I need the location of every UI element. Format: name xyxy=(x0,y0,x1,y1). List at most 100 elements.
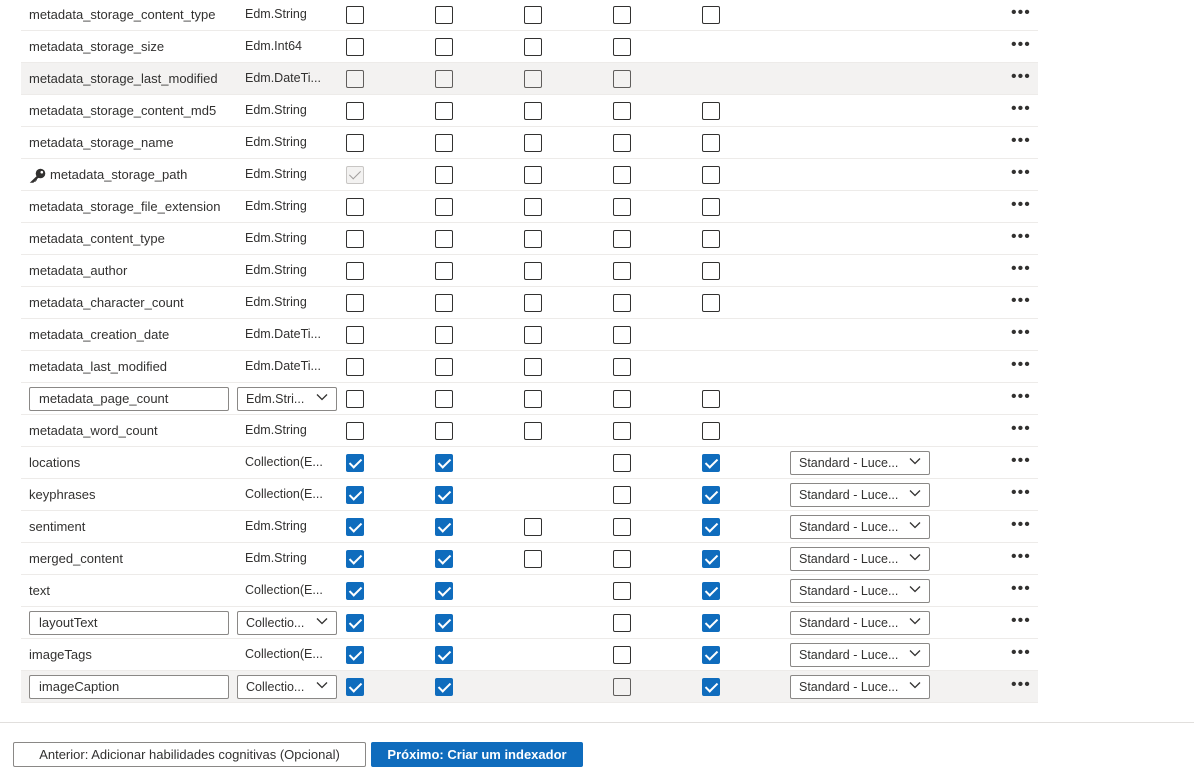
facetable-checkbox[interactable] xyxy=(613,646,631,664)
retrievable-checkbox[interactable] xyxy=(346,294,364,312)
facetable-checkbox[interactable] xyxy=(613,422,631,440)
retrievable-checkbox[interactable] xyxy=(346,358,364,376)
sortable-checkbox[interactable] xyxy=(524,198,542,216)
sortable-checkbox[interactable] xyxy=(524,422,542,440)
next-button[interactable]: Próximo: Criar um indexador xyxy=(371,742,583,767)
analyzer-dropdown[interactable]: Standard - Luce... xyxy=(790,547,930,571)
searchable-checkbox[interactable] xyxy=(702,582,720,600)
more-options-icon[interactable]: ••• xyxy=(1011,447,1031,478)
searchable-checkbox[interactable] xyxy=(702,102,720,120)
retrievable-checkbox[interactable] xyxy=(346,6,364,24)
more-options-icon[interactable]: ••• xyxy=(1011,255,1031,286)
facetable-checkbox[interactable] xyxy=(613,518,631,536)
more-options-icon[interactable]: ••• xyxy=(1011,479,1031,510)
retrievable-checkbox[interactable] xyxy=(346,70,364,88)
searchable-checkbox[interactable] xyxy=(702,454,720,472)
searchable-checkbox[interactable] xyxy=(702,262,720,280)
previous-button[interactable]: Anterior: Adicionar habilidades cognitiv… xyxy=(13,742,366,767)
sortable-checkbox[interactable] xyxy=(524,262,542,280)
more-options-icon[interactable]: ••• xyxy=(1011,383,1031,414)
facetable-checkbox[interactable] xyxy=(613,262,631,280)
analyzer-dropdown[interactable]: Standard - Luce... xyxy=(790,643,930,667)
filterable-checkbox[interactable] xyxy=(435,198,453,216)
sortable-checkbox[interactable] xyxy=(524,134,542,152)
analyzer-dropdown[interactable]: Standard - Luce... xyxy=(790,579,930,603)
facetable-checkbox[interactable] xyxy=(613,230,631,248)
searchable-checkbox[interactable] xyxy=(702,198,720,216)
filterable-checkbox[interactable] xyxy=(435,390,453,408)
sortable-checkbox[interactable] xyxy=(524,550,542,568)
filterable-checkbox[interactable] xyxy=(435,38,453,56)
field-type-dropdown[interactable]: Collectio... xyxy=(237,675,337,699)
more-options-icon[interactable]: ••• xyxy=(1011,671,1031,702)
filterable-checkbox[interactable] xyxy=(435,678,453,696)
filterable-checkbox[interactable] xyxy=(435,614,453,632)
analyzer-dropdown[interactable]: Standard - Luce... xyxy=(790,611,930,635)
searchable-checkbox[interactable] xyxy=(702,166,720,184)
filterable-checkbox[interactable] xyxy=(435,486,453,504)
more-options-icon[interactable]: ••• xyxy=(1011,31,1031,62)
sortable-checkbox[interactable] xyxy=(524,230,542,248)
retrievable-checkbox[interactable] xyxy=(346,134,364,152)
sortable-checkbox[interactable] xyxy=(524,294,542,312)
searchable-checkbox[interactable] xyxy=(702,294,720,312)
field-name-input[interactable]: metadata_page_count xyxy=(29,387,229,411)
more-options-icon[interactable]: ••• xyxy=(1011,223,1031,254)
filterable-checkbox[interactable] xyxy=(435,262,453,280)
filterable-checkbox[interactable] xyxy=(435,294,453,312)
facetable-checkbox[interactable] xyxy=(613,390,631,408)
retrievable-checkbox[interactable] xyxy=(346,422,364,440)
sortable-checkbox[interactable] xyxy=(524,518,542,536)
filterable-checkbox[interactable] xyxy=(435,70,453,88)
facetable-checkbox[interactable] xyxy=(613,134,631,152)
analyzer-dropdown[interactable]: Standard - Luce... xyxy=(790,483,930,507)
filterable-checkbox[interactable] xyxy=(435,166,453,184)
searchable-checkbox[interactable] xyxy=(702,134,720,152)
retrievable-checkbox[interactable] xyxy=(346,678,364,696)
retrievable-checkbox[interactable] xyxy=(346,38,364,56)
analyzer-dropdown[interactable]: Standard - Luce... xyxy=(790,515,930,539)
facetable-checkbox[interactable] xyxy=(613,582,631,600)
facetable-checkbox[interactable] xyxy=(613,326,631,344)
retrievable-checkbox[interactable] xyxy=(346,198,364,216)
retrievable-checkbox[interactable] xyxy=(346,646,364,664)
filterable-checkbox[interactable] xyxy=(435,326,453,344)
retrievable-checkbox[interactable] xyxy=(346,614,364,632)
more-options-icon[interactable]: ••• xyxy=(1011,287,1031,318)
searchable-checkbox[interactable] xyxy=(702,422,720,440)
field-type-dropdown[interactable]: Edm.Stri... xyxy=(237,387,337,411)
sortable-checkbox[interactable] xyxy=(524,38,542,56)
facetable-checkbox[interactable] xyxy=(613,198,631,216)
facetable-checkbox[interactable] xyxy=(613,38,631,56)
sortable-checkbox[interactable] xyxy=(524,70,542,88)
more-options-icon[interactable]: ••• xyxy=(1011,0,1031,30)
retrievable-checkbox[interactable] xyxy=(346,486,364,504)
filterable-checkbox[interactable] xyxy=(435,358,453,376)
facetable-checkbox[interactable] xyxy=(613,102,631,120)
filterable-checkbox[interactable] xyxy=(435,134,453,152)
more-options-icon[interactable]: ••• xyxy=(1011,351,1031,382)
facetable-checkbox[interactable] xyxy=(613,6,631,24)
more-options-icon[interactable]: ••• xyxy=(1011,575,1031,606)
field-name-input[interactable]: imageCaption xyxy=(29,675,229,699)
searchable-checkbox[interactable] xyxy=(702,550,720,568)
filterable-checkbox[interactable] xyxy=(435,646,453,664)
filterable-checkbox[interactable] xyxy=(435,230,453,248)
retrievable-checkbox[interactable] xyxy=(346,230,364,248)
searchable-checkbox[interactable] xyxy=(702,678,720,696)
field-type-dropdown[interactable]: Collectio... xyxy=(237,611,337,635)
sortable-checkbox[interactable] xyxy=(524,102,542,120)
facetable-checkbox[interactable] xyxy=(613,358,631,376)
filterable-checkbox[interactable] xyxy=(435,518,453,536)
retrievable-checkbox[interactable] xyxy=(346,262,364,280)
facetable-checkbox[interactable] xyxy=(613,454,631,472)
facetable-checkbox[interactable] xyxy=(613,70,631,88)
filterable-checkbox[interactable] xyxy=(435,6,453,24)
facetable-checkbox[interactable] xyxy=(613,678,631,696)
filterable-checkbox[interactable] xyxy=(435,582,453,600)
retrievable-checkbox[interactable] xyxy=(346,550,364,568)
facetable-checkbox[interactable] xyxy=(613,166,631,184)
filterable-checkbox[interactable] xyxy=(435,422,453,440)
more-options-icon[interactable]: ••• xyxy=(1011,415,1031,446)
retrievable-checkbox[interactable] xyxy=(346,518,364,536)
